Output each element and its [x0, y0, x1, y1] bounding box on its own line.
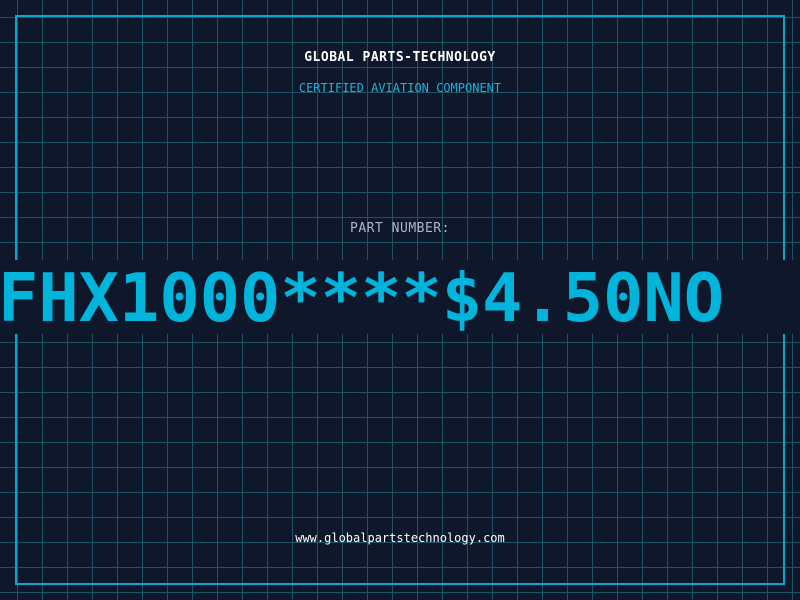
part-number-label: PART NUMBER: — [350, 221, 450, 236]
part-number-value: FHX1000****$4.50NO — [0, 259, 725, 337]
brand-tagline: CERTIFIED AVIATION COMPONENT — [298, 81, 502, 95]
label-card: GLOBAL PARTS-TECHNOLOGY CERTIFIED AVIATI… — [0, 0, 800, 600]
website-url: www.globalpartstechnology.com — [295, 531, 505, 545]
brand-title: GLOBAL PARTS-TECHNOLOGY — [304, 50, 496, 65]
